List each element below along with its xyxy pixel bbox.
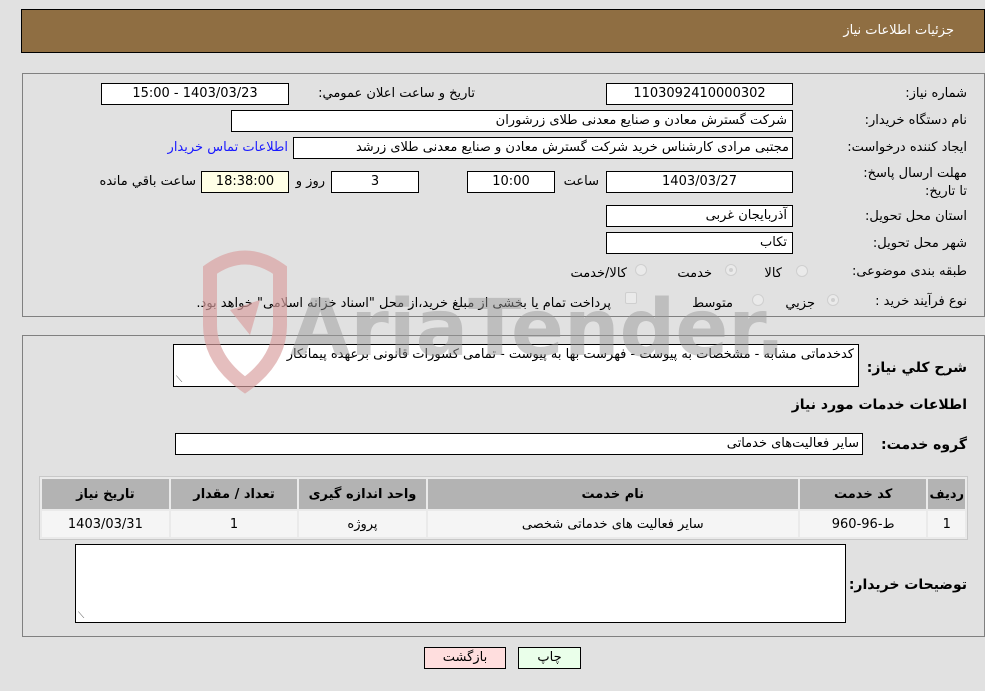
col-header-quantity: تعداد / مقدار: [170, 479, 298, 509]
category-radio-service[interactable]: [725, 264, 737, 276]
services-table: ردیف کد خدمت نام خدمت واحد اندازه گیری ت…: [39, 476, 968, 540]
table-header-row: ردیف کد خدمت نام خدمت واحد اندازه گیری ت…: [42, 479, 965, 509]
requester-field: مجتبی مرادی کارشناس خرید شرکت گسترش معاد…: [293, 137, 793, 159]
description-text: کدخدماتی مشابه - مشخصات به پیوست - فهرست…: [286, 347, 854, 362]
page-header: جزئیات اطلاعات نیاز: [21, 9, 985, 53]
deadline-time-field: 10:00: [467, 171, 555, 193]
description-label: شرح كلي نياز:: [866, 360, 967, 376]
col-header-service-name: نام خدمت: [427, 479, 798, 509]
cell-service-code: ط-96-960: [799, 511, 927, 537]
buyer-notes-label: توضیحات خریدار:: [848, 577, 967, 593]
need-number-label: شماره نیاز:: [905, 86, 967, 101]
category-label: طبقه بندی موضوعی:: [851, 264, 967, 279]
buyer-notes-textarea[interactable]: ⟋: [75, 544, 846, 623]
province-field: آذربایجان غربی: [606, 205, 793, 227]
buyer-org-label: نام دستگاه خريدار:: [864, 113, 967, 128]
print-button[interactable]: چاپ: [518, 647, 581, 669]
col-header-need-date: تاریخ نیاز: [42, 479, 169, 509]
treasury-note: پرداخت تمام یا بخشی از مبلغ خرید،از محل …: [196, 296, 611, 311]
cell-quantity: 1: [170, 511, 298, 537]
city-field: تکاب: [606, 232, 793, 254]
col-header-unit: واحد اندازه گیری: [299, 479, 426, 509]
cell-service-name: سایر فعالیت های خدماتی شخصی: [427, 511, 798, 537]
announce-datetime-label: تاریخ و ساعت اعلان عمومي:: [318, 86, 475, 101]
buyer-contact-link[interactable]: اطلاعات تماس خریدار: [168, 140, 288, 155]
service-group-field: سایر فعالیت‌های خدماتی: [175, 433, 863, 455]
process-option-medium: متوسط: [692, 296, 733, 311]
remaining-time-label: ساعت باقي مانده: [99, 174, 196, 189]
process-type-label: نوع فرآیند خرید :: [875, 294, 967, 309]
province-label: استان محل تحویل:: [865, 209, 967, 224]
remaining-time-field: 18:38:00: [201, 171, 289, 193]
col-header-service-code: کد خدمت: [799, 479, 927, 509]
page-title: جزئیات اطلاعات نیاز: [843, 23, 954, 38]
announce-datetime-field: 1403/03/23 - 15:00: [101, 83, 289, 105]
table-row: 1 ط-96-960 سایر فعالیت های خدماتی شخصی پ…: [42, 511, 965, 537]
process-radio-partial[interactable]: [827, 294, 839, 306]
category-option-service: خدمت: [677, 266, 712, 281]
buyer-org-field: شرکت گسترش معادن و صنایع معدنی طلای زرشو…: [231, 110, 793, 132]
resize-grip-icon[interactable]: ⟋: [176, 375, 182, 385]
remaining-days-field: 3: [331, 171, 419, 193]
deadline-time-label: ساعت: [563, 174, 599, 189]
days-label: روز و: [295, 174, 325, 189]
description-textarea[interactable]: کدخدماتی مشابه - مشخصات به پیوست - فهرست…: [173, 344, 859, 387]
resize-grip-icon[interactable]: ⟋: [78, 611, 84, 621]
process-radio-medium[interactable]: [752, 294, 764, 306]
service-group-label: گروه خدمت:: [881, 437, 967, 453]
requester-label: ایجاد کننده درخواست:: [847, 140, 967, 155]
category-option-goods-service: کالا/خدمت: [570, 266, 627, 281]
treasury-checkbox[interactable]: [625, 292, 637, 304]
deadline-date-field: 1403/03/27: [606, 171, 793, 193]
cell-need-date: 1403/03/31: [42, 511, 169, 537]
col-header-row-number: ردیف: [928, 479, 965, 509]
cell-unit: پروژه: [299, 511, 426, 537]
deadline-label: مهلت ارسال پاسخ: تا تاریخ:: [863, 166, 967, 199]
category-radio-goods[interactable]: [796, 265, 808, 277]
back-button[interactable]: بازگشت: [424, 647, 506, 669]
category-radio-goods-service[interactable]: [635, 264, 647, 276]
services-section-title: اطلاعات خدمات مورد نياز: [791, 397, 967, 413]
need-number-field: 1103092410000302: [606, 83, 793, 105]
city-label: شهر محل تحویل:: [872, 236, 967, 251]
category-option-goods: کالا: [764, 266, 782, 281]
process-option-partial: جزيي: [785, 296, 815, 311]
cell-row-number: 1: [928, 511, 965, 537]
